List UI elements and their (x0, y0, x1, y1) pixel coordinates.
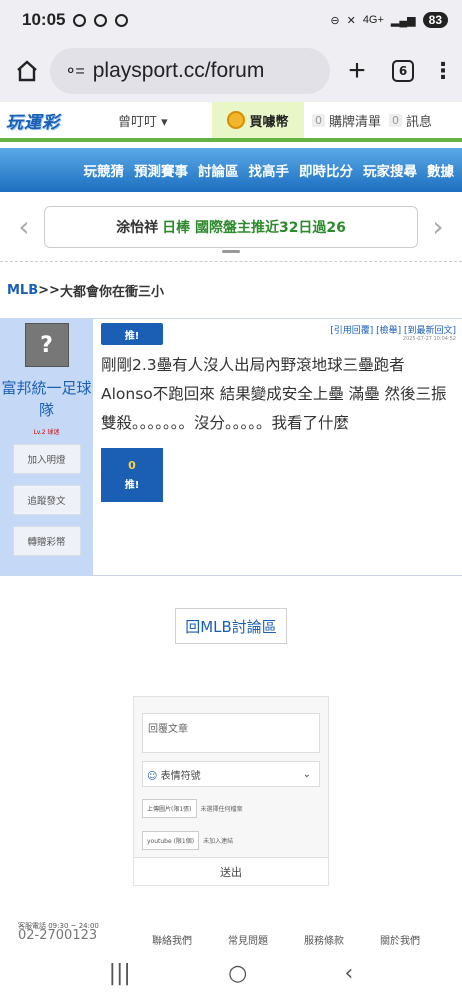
clock: 10:05 (22, 10, 66, 29)
avatar[interactable]: ? (24, 323, 69, 367)
vote-label: 推! (124, 480, 140, 491)
menu-item[interactable]: 找高手 (249, 160, 290, 180)
prev-arrow-icon[interactable]: ‹ (10, 210, 38, 243)
msg-count: 0 (389, 113, 403, 127)
cart-link[interactable]: 0 購牌清單 (304, 111, 381, 130)
author-panel: ? 富邦統一足球隊 Lv.2 球迷 加入明燈 追蹤發文 轉贈彩幣 (0, 319, 93, 575)
tab-switcher-button[interactable]: 6 (392, 60, 414, 82)
post-content: 推! [引用回覆] [檢舉] [到最新回文] 2025-07-27 10:04:5… (93, 319, 462, 575)
post-body: 剛剛2.3壘有人沒人出局內野滾地球三壘跑者Alonso不跑回來 結果變成安全上壘… (101, 356, 447, 432)
main-menu: 玩競猜 預測賽事 討論區 找高手 即時比分 玩家搜尋 數據 (0, 148, 462, 192)
dnd-icon: ⊖ (330, 14, 340, 27)
menu-item[interactable]: 數據 (427, 160, 454, 180)
breadcrumb-board[interactable]: MLB (7, 283, 38, 298)
site-settings-icon[interactable]: ⚬= (64, 61, 85, 81)
chevron-down-icon: ⌄ (302, 768, 311, 780)
site-header: 玩運彩 曾叮叮 ▾ 買噱幣 0 購牌清單 0 訊息 (0, 102, 462, 142)
buy-coin-button[interactable]: 買噱幣 (212, 102, 304, 138)
forum-post: ? 富邦統一足球隊 Lv.2 球迷 加入明燈 追蹤發文 轉贈彩幣 推! [引用回… (0, 318, 462, 576)
menu-item[interactable]: 即時比分 (299, 160, 353, 180)
reply-textarea[interactable]: 回覆文章 (142, 713, 320, 753)
next-arrow-icon[interactable]: › (424, 210, 452, 243)
youtube-button[interactable]: youtube (限1個) (142, 830, 200, 850)
carousel-indicator (222, 250, 240, 253)
recents-icon[interactable]: ||| (109, 961, 131, 986)
cart-label: 購牌清單 (329, 114, 382, 130)
signal-icon: ▂▄▆ (390, 14, 416, 27)
breadcrumb-sep: >> (38, 282, 60, 298)
post-timestamp: 2025-07-27 10:04:52 (402, 336, 456, 342)
image-upload-row: 上傳圖片(限1張) 未選擇任何檔案 (142, 797, 320, 819)
coin-icon (227, 111, 246, 129)
upload-status: 未選擇任何檔案 (200, 805, 243, 813)
support-phone: 客服電話 09:30 ~ 24:00 02-2700123 (18, 922, 128, 943)
footer-link[interactable]: 關於我們 (380, 932, 420, 946)
upload-image-button[interactable]: 上傳圖片(限1張) (142, 798, 197, 818)
push-label: 推! (124, 330, 140, 342)
post-actions: [引用回覆] [檢舉] [到最新回文] 2025-07-27 10:04:52 (330, 323, 456, 342)
back-icon[interactable]: ‹ (345, 961, 354, 986)
menu-icon[interactable]: ⋮ (432, 59, 454, 84)
home-nav-icon[interactable]: ○ (228, 961, 247, 986)
battery-indicator: 83 (422, 12, 448, 28)
smile-icon: ☺ (147, 770, 158, 782)
address-bar[interactable]: ⚬= playsport.cc/forum (50, 48, 330, 94)
url-text: playsport.cc/forum (92, 59, 265, 82)
author-name[interactable]: 富邦統一足球隊 (0, 377, 93, 421)
user-menu[interactable]: 曾叮叮 ▾ (106, 111, 212, 130)
instagram-icon (94, 13, 108, 27)
emoji-label: 表情符號 (160, 770, 201, 782)
notification-icon (73, 13, 87, 27)
youtube-row: youtube (限1個) 未加入連結 (142, 829, 320, 851)
vote-count: 0 (128, 459, 136, 472)
footer-link[interactable]: 常見問題 (228, 932, 268, 946)
system-nav-bar: ||| ○ ‹ (0, 946, 462, 1000)
reply-form: 回覆文章 ☺ 表情符號 ⌄ 上傳圖片(限1張) 未選擇任何檔案 youtube (限… (133, 696, 329, 886)
new-tab-icon[interactable]: + (340, 54, 374, 88)
breadcrumb-title: 大都會你在衝三小 (59, 284, 164, 300)
home-icon[interactable] (14, 58, 40, 84)
cart-count: 0 (312, 113, 325, 127)
menu-item[interactable]: 討論區 (198, 160, 239, 180)
browser-toolbar: ⚬= playsport.cc/forum + 6 ⋮ (0, 40, 462, 102)
vote-button[interactable]: 0 推! (101, 448, 163, 502)
footer-link[interactable]: 服務條款 (304, 932, 344, 946)
push-button[interactable]: 推! (101, 323, 163, 345)
post-action-links[interactable]: [引用回覆] [檢舉] [到最新回文] (330, 326, 456, 336)
breadcrumb: MLB >> 大都會你在衝三小 (0, 262, 462, 318)
follow-light-button[interactable]: 加入明燈 (12, 444, 81, 474)
footer-link[interactable]: 聯絡我們 (152, 932, 192, 946)
menu-item[interactable]: 玩競猜 (84, 160, 125, 180)
phone-number: 02-2700123 (18, 928, 98, 943)
youtube-status: 未加入連結 (203, 837, 234, 845)
ticker-item[interactable]: 涂怡祥 日棒 國際盤主推近32日過26 (44, 205, 418, 248)
send-button[interactable]: 送出 (134, 857, 328, 885)
menu-item[interactable]: 玩家搜尋 (363, 160, 417, 180)
emoji-select[interactable]: ☺ 表情符號 ⌄ (142, 761, 320, 787)
msg-label: 訊息 (406, 114, 433, 130)
ticker-carousel: ‹ 涂怡祥 日棒 國際盤主推近32日過26 › (0, 192, 462, 262)
footer-links: 聯絡我們 常見問題 服務條款 關於我們 (128, 922, 420, 946)
gift-coin-button[interactable]: 轉贈彩幣 (12, 526, 81, 556)
status-bar: 10:05 ⊖ ✕ 4G+ ▂▄▆ 83 (0, 0, 462, 40)
mute-icon: ✕ (346, 14, 356, 27)
messages-link[interactable]: 0 訊息 (381, 111, 432, 130)
buy-coin-label: 買噱幣 (249, 114, 289, 130)
network-label: 4G+ (362, 14, 384, 26)
ticker-text: 日棒 國際盤主推近32日過26 (162, 219, 346, 236)
site-footer: 客服電話 09:30 ~ 24:00 02-2700123 聯絡我們 常見問題 服… (0, 922, 462, 946)
site-logo[interactable]: 玩運彩 (0, 108, 106, 133)
author-level: Lv.2 球迷 (33, 429, 60, 436)
ticker-name: 涂怡祥 (116, 219, 159, 236)
chat-icon (115, 13, 129, 27)
menu-item[interactable]: 預測賽事 (134, 160, 188, 180)
back-to-board-button[interactable]: 回MLB討論區 (175, 608, 287, 644)
track-posts-button[interactable]: 追蹤發文 (12, 485, 81, 515)
